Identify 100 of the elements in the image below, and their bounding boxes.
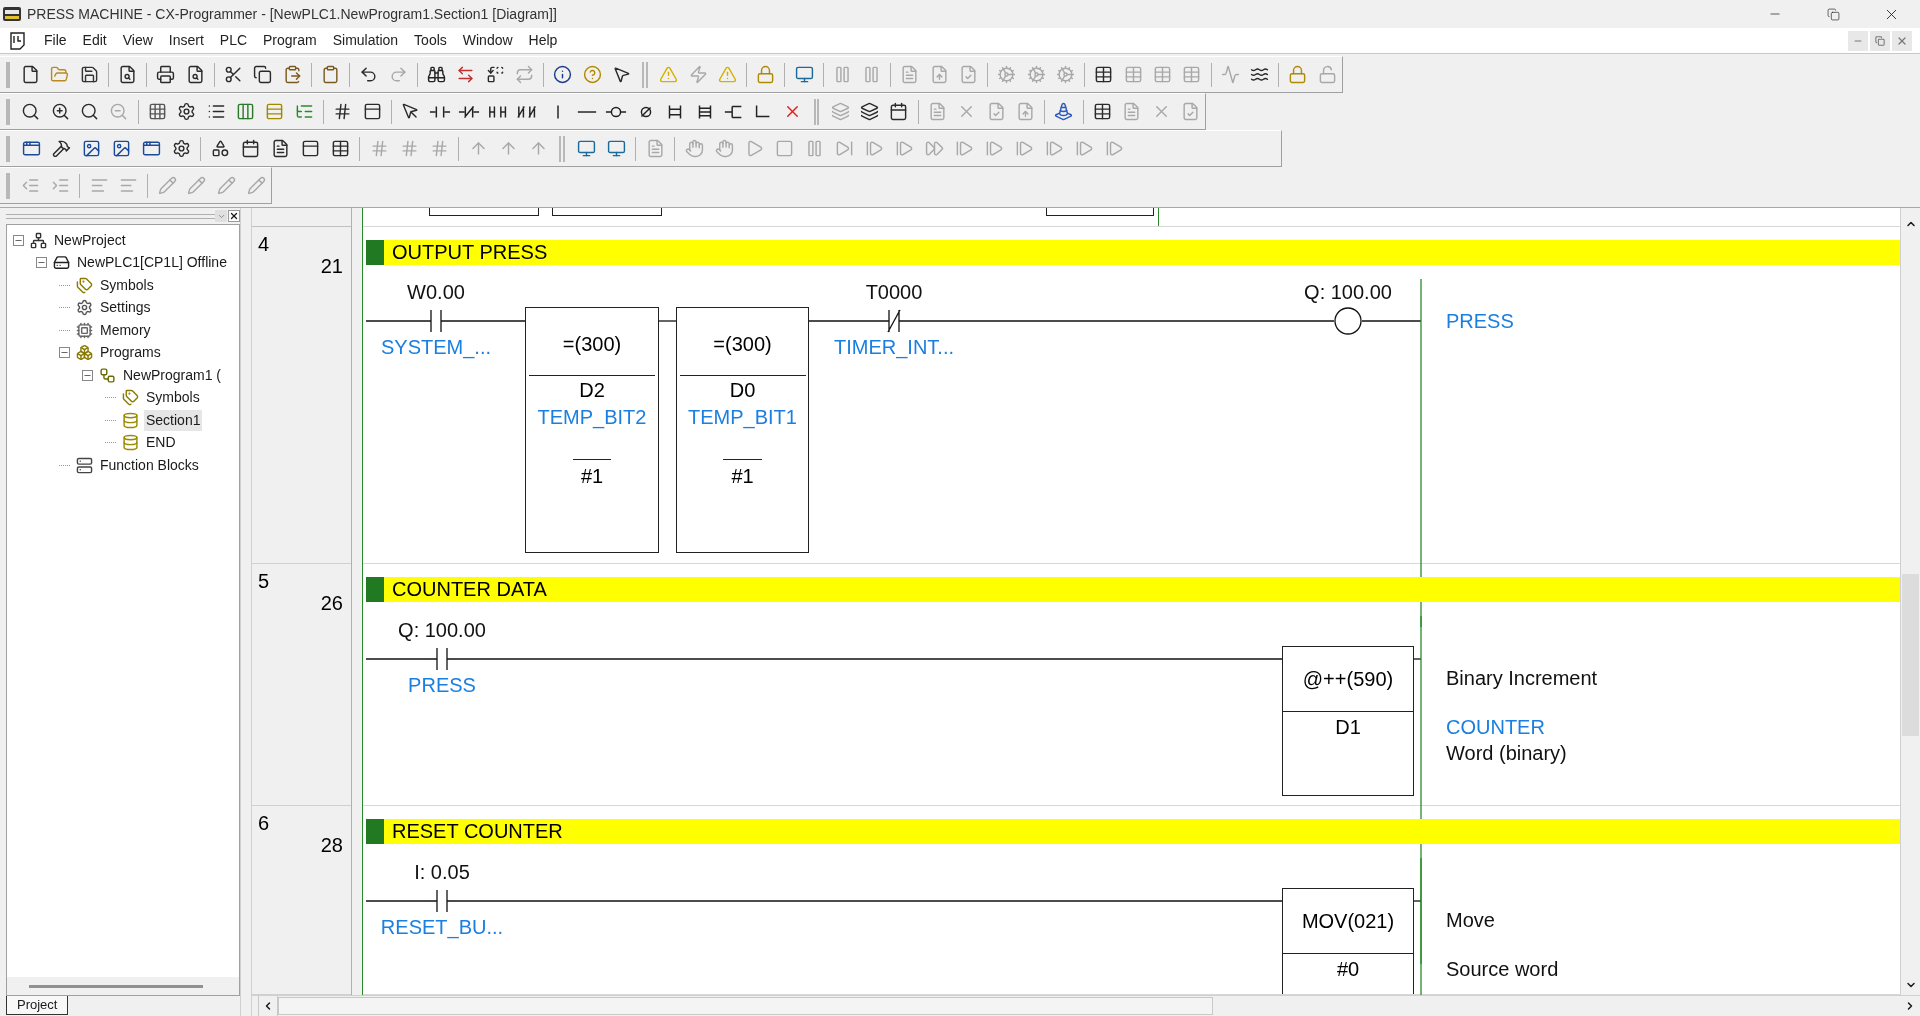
lock-icon[interactable] [1288, 65, 1308, 84]
window-icon[interactable] [21, 139, 41, 158]
calendar-icon[interactable] [889, 102, 909, 121]
step-icon[interactable] [1074, 139, 1094, 158]
scroll-thumb[interactable] [278, 997, 1213, 1015]
menu-item[interactable]: Program [255, 28, 325, 53]
copy-icon[interactable] [253, 65, 273, 84]
menu-item[interactable]: Insert [160, 28, 212, 53]
clipboard-icon[interactable] [321, 65, 341, 84]
settings-icon[interactable] [171, 139, 191, 158]
rows-icon[interactable] [265, 102, 285, 121]
swap-icon[interactable] [456, 65, 476, 84]
file-search-icon[interactable] [118, 65, 138, 84]
calendar-icon[interactable] [240, 139, 260, 158]
zoom-out-icon[interactable] [109, 102, 129, 121]
monitor-icon[interactable] [576, 139, 596, 158]
layers-icon[interactable] [860, 102, 880, 121]
file-upload-icon[interactable] [1016, 102, 1036, 121]
instruction-block[interactable] [552, 208, 662, 216]
panel-tab[interactable]: Project [6, 996, 69, 1015]
info-icon[interactable] [553, 65, 573, 84]
horizontal-scrollbar[interactable] [252, 995, 1920, 1016]
shapes-icon[interactable] [210, 139, 230, 158]
cog-icon[interactable] [997, 65, 1017, 84]
contact-icon[interactable] [428, 889, 456, 913]
grid-icon[interactable] [147, 102, 167, 121]
lock-icon[interactable] [756, 65, 776, 84]
tree-icon[interactable] [294, 102, 314, 121]
fast-forward-icon[interactable] [924, 139, 944, 158]
paste-icon[interactable] [282, 65, 302, 84]
monitor-icon[interactable] [794, 65, 814, 84]
toolbar-grip[interactable] [6, 98, 10, 125]
monitor-icon[interactable] [606, 139, 626, 158]
file-check-icon[interactable] [959, 65, 979, 84]
printer-icon[interactable] [156, 65, 176, 84]
file-check-icon[interactable] [1181, 102, 1201, 121]
step-icon[interactable] [864, 139, 884, 158]
toolbar-grip[interactable] [813, 98, 820, 125]
step-icon[interactable] [1014, 139, 1034, 158]
search-icon[interactable] [21, 102, 41, 121]
document-icon[interactable] [9, 31, 26, 50]
document-icon[interactable] [270, 139, 290, 158]
binoculars-icon[interactable] [427, 65, 446, 84]
panel-icon[interactable] [300, 139, 320, 158]
outdent-icon[interactable] [21, 176, 41, 195]
warning-icon[interactable] [659, 65, 679, 84]
hand-icon[interactable] [714, 139, 734, 158]
print-preview-icon[interactable] [185, 65, 205, 84]
collapse-toggle[interactable] [36, 257, 47, 269]
scroll-thumb[interactable] [1902, 574, 1919, 736]
pencil-icon[interactable] [157, 176, 177, 195]
collapse-toggle[interactable] [82, 369, 93, 381]
tree-item[interactable]: NewPLC1[CP1L] Offline [75, 252, 229, 274]
lightning-icon[interactable] [688, 65, 708, 84]
tree-item[interactable]: NewProgram1 ( [121, 364, 224, 386]
indent-icon[interactable] [50, 176, 70, 195]
pencil-icon[interactable] [217, 176, 237, 195]
unlock-icon[interactable] [1317, 65, 1337, 84]
search-icon[interactable] [80, 102, 99, 121]
columns-icon[interactable] [236, 102, 256, 121]
mdi-close-button[interactable] [1892, 30, 1912, 51]
coil-icon[interactable] [1334, 307, 1362, 335]
tree-item[interactable]: Settings [98, 297, 153, 319]
pencil-icon[interactable] [187, 176, 207, 195]
vertical-scrollbar[interactable] [1900, 208, 1920, 995]
menu-item[interactable]: Edit [74, 28, 115, 53]
collapse-toggle[interactable] [59, 347, 70, 359]
menu-item[interactable]: View [114, 28, 161, 53]
zoom-in-icon[interactable] [50, 102, 70, 121]
table-icon[interactable] [330, 139, 350, 158]
table-icon[interactable] [1092, 102, 1112, 121]
image-icon[interactable] [111, 139, 131, 158]
stop-icon[interactable] [774, 139, 794, 158]
contact-icon[interactable] [422, 309, 450, 333]
hand-icon[interactable] [684, 139, 704, 158]
cog-icon[interactable] [1026, 65, 1046, 84]
compare-block[interactable]: =(300) D0 TEMP_BIT1 #1 [676, 307, 809, 553]
hammer-icon[interactable] [51, 139, 71, 158]
warning-icon[interactable] [717, 65, 737, 84]
cone-icon[interactable] [1054, 102, 1074, 121]
settings-icon[interactable] [177, 102, 197, 121]
image-icon[interactable] [81, 139, 101, 158]
tree-item[interactable]: Section1 [144, 409, 203, 431]
instruction-block[interactable] [1046, 208, 1154, 216]
compare-block[interactable]: =(300) D2 TEMP_BIT2 #1 [525, 307, 659, 553]
file-upload-icon[interactable] [929, 65, 949, 84]
table-icon[interactable] [1094, 65, 1114, 84]
toolbar-grip[interactable] [6, 135, 10, 162]
menu-item[interactable]: Simulation [324, 28, 407, 53]
file-check-icon[interactable] [986, 102, 1006, 121]
tree-item[interactable]: NewProject [52, 229, 128, 251]
skip-icon[interactable] [834, 139, 854, 158]
panel-close-button[interactable] [228, 210, 240, 222]
toolbar-grip[interactable] [559, 135, 565, 162]
tree-item[interactable]: Function Blocks [98, 454, 201, 476]
tree-item[interactable]: Symbols [98, 274, 156, 296]
lines-icon[interactable] [89, 176, 109, 195]
step-icon[interactable] [1044, 139, 1064, 158]
open-folder-icon[interactable] [50, 65, 70, 84]
menu-item[interactable]: Help [520, 28, 566, 53]
